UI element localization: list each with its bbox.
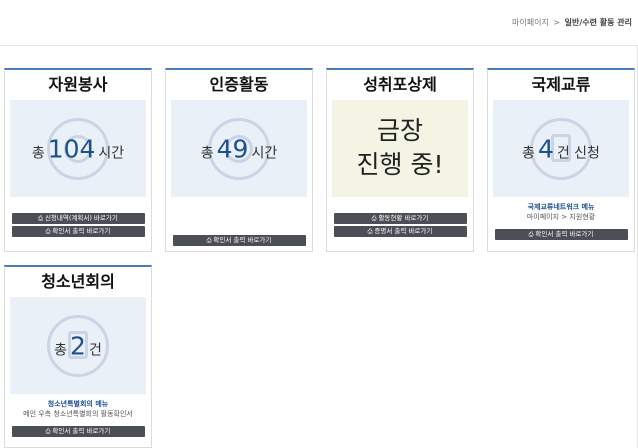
stat-prefix: 총: [200, 145, 214, 161]
print-certificate-button[interactable]: ⎙ 확인서 출력 바로가기: [11, 426, 145, 437]
application-history-button[interactable]: ⎙ 신청내역(계획서) 바로가기: [11, 213, 145, 224]
print-certificate-button[interactable]: ⎙ 증명서 출력 바로가기: [333, 226, 467, 237]
button-group: ⎙ 신청내역(계획서) 바로가기 ⎙ 확인서 출력 바로가기: [5, 197, 151, 237]
certification-stat-panel: 총 49 시간: [171, 100, 307, 197]
achievement-status-panel: 금장 진행 중!: [332, 100, 468, 197]
printer-icon: ⎙: [371, 215, 377, 222]
activity-status-button[interactable]: ⎙ 활동현황 바로가기: [333, 213, 467, 224]
volunteer-stat: 총 104 시간: [10, 134, 146, 163]
printer-icon: ⎙: [45, 228, 51, 235]
header-divider: [0, 45, 638, 46]
printer-icon: ⎙: [528, 231, 534, 238]
stat-unit: 건: [88, 342, 102, 358]
breadcrumb-current: 일반/수련 활동 관리: [564, 18, 632, 27]
print-certificate-button[interactable]: ⎙ 확인서 출력 바로가기: [494, 229, 628, 240]
menu-path: 메인 우측 청소년특별회의 활동확인서: [23, 410, 133, 418]
button-group: ⎙ 확인서 출력 바로가기: [488, 222, 634, 240]
youth-council-stat: 총2건: [10, 331, 146, 360]
international-stat: 총4건 신청: [493, 134, 629, 163]
certification-card: 인증활동 총 49 시간 ⎙ 확인서 출력 바로가기: [165, 68, 313, 252]
print-certificate-button[interactable]: ⎙ 확인서 출력 바로가기: [11, 226, 145, 237]
button-group: ⎙ 확인서 출력 바로가기: [5, 419, 151, 437]
stat-unit: 시간: [251, 145, 278, 161]
stat-value: 2: [70, 331, 86, 360]
menu-path: 마이페이지 > 지원현황: [526, 213, 596, 221]
card-title: 인증활동: [209, 75, 269, 94]
breadcrumb-home[interactable]: 마이페이지: [512, 18, 549, 27]
youth-council-stat-panel: 총2건: [10, 297, 146, 394]
certification-stat: 총 49 시간: [171, 134, 307, 163]
status-line-1: 금장: [376, 116, 423, 145]
youth-council-menu-link[interactable]: 청소년특별회의 메뉴: [5, 399, 151, 409]
card-title: 자원봉사: [48, 75, 108, 94]
achievement-card: 성취포상제 금장 진행 중! ⎙ 활동현황 바로가기 ⎙ 증명서 출력 바로가기: [326, 68, 474, 252]
youth-council-card: 청소년회의 총2건 청소년특별회의 메뉴 메인 우측 청소년특별회의 활동확인서…: [4, 265, 152, 448]
button-group: ⎙ 활동현황 바로가기 ⎙ 증명서 출력 바로가기: [327, 197, 473, 237]
stat-prefix: 총: [54, 342, 68, 358]
print-certificate-button[interactable]: ⎙ 확인서 출력 바로가기: [172, 235, 306, 246]
stat-value: 104: [47, 134, 96, 163]
status-line-2: 진행 중!: [356, 150, 444, 179]
card-title: 성취포상제: [363, 75, 437, 94]
card-title: 청소년회의: [41, 272, 115, 291]
printer-icon: ⎙: [206, 237, 212, 244]
stat-value: 4: [537, 134, 554, 163]
button-group: ⎙ 확인서 출력 바로가기: [166, 197, 312, 246]
printer-icon: ⎙: [38, 215, 43, 222]
card-title: 국제교류: [531, 75, 591, 94]
volunteer-card: 자원봉사 총 104 시간 ⎙ 신청내역(계획서) 바로가기 ⎙ 확인서 출력 바로가기: [4, 68, 152, 252]
breadcrumb-separator: >: [553, 18, 561, 27]
international-card: 국제교류 총4건 신청 국제교류네트워크 메뉴 마이페이지 > 지원현황 ⎙ 확인…: [487, 68, 635, 252]
breadcrumb: 마이페이지 > 일반/수련 활동 관리: [512, 17, 632, 28]
stat-prefix: 총: [522, 145, 535, 161]
stat-unit: 시간: [98, 145, 125, 161]
printer-icon: ⎙: [45, 428, 51, 435]
achievement-status: 금장 진행 중!: [332, 114, 468, 182]
network-menu-link[interactable]: 국제교류네트워크 메뉴: [488, 202, 634, 212]
stat-unit: 건 신청: [556, 145, 600, 161]
stat-value: 49: [216, 134, 249, 163]
international-stat-panel: 총4건 신청: [493, 100, 629, 197]
volunteer-stat-panel: 총 104 시간: [10, 100, 146, 197]
stat-prefix: 총: [31, 145, 45, 161]
printer-icon: ⎙: [367, 228, 373, 235]
